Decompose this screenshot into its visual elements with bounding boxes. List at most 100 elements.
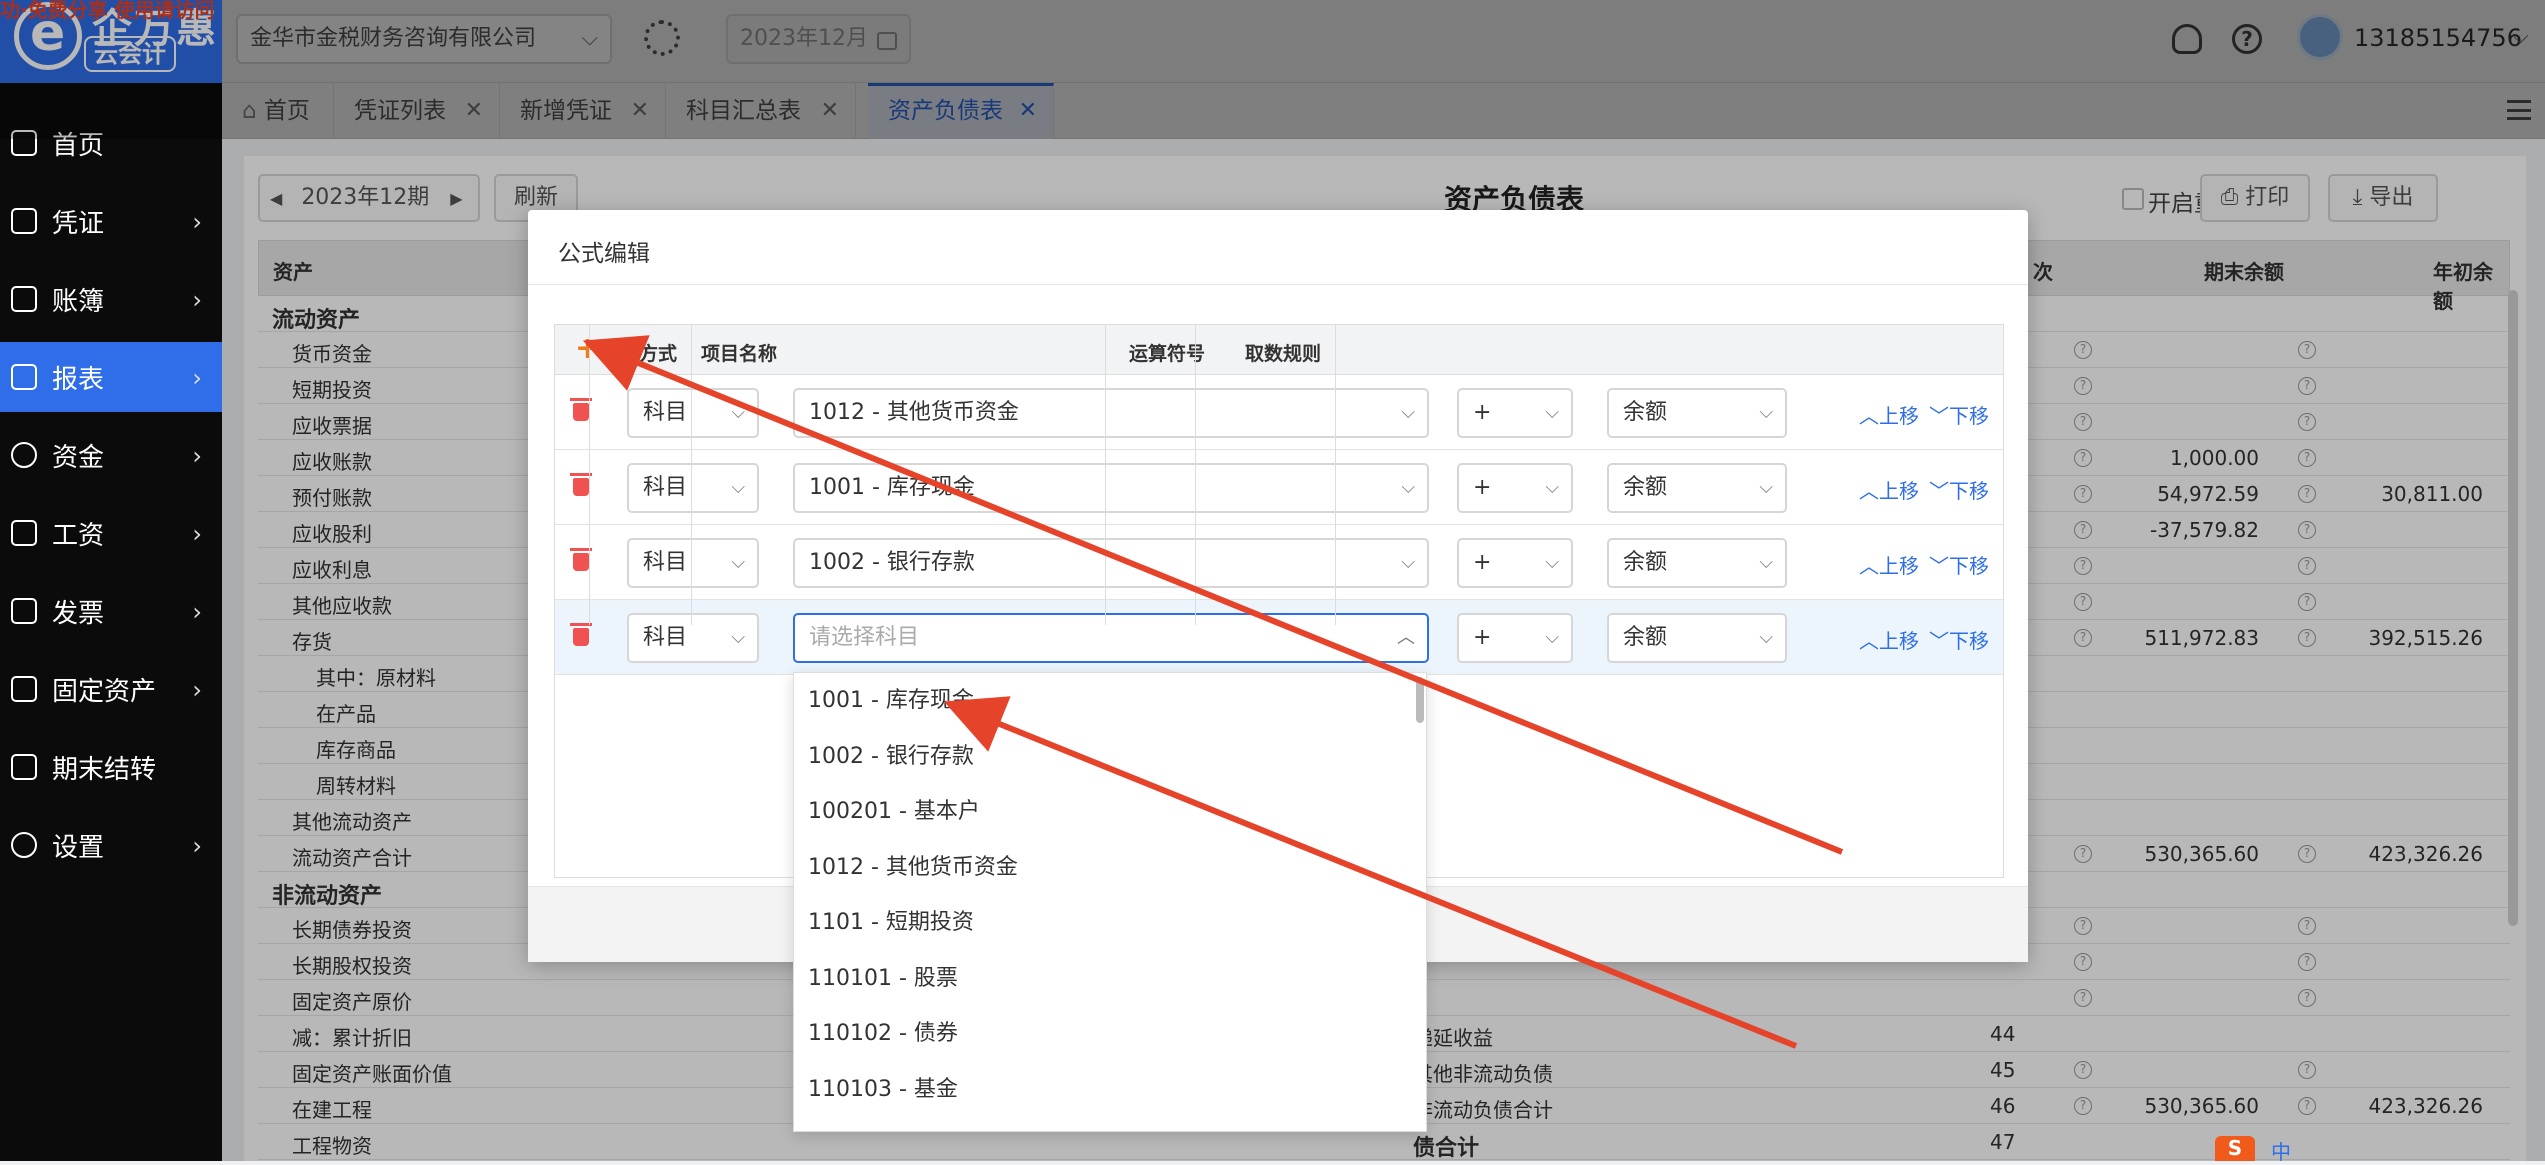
move-up-link[interactable]: ︿上移 <box>1859 550 1919 579</box>
mode-select[interactable]: 科目 ⌵ <box>627 463 759 513</box>
dropdown-option[interactable]: 1012 - 其他货币资金 <box>794 840 1404 895</box>
item-value: 1002 - 银行存款 <box>809 550 975 575</box>
col-op: 运算符号 <box>1129 343 1206 365</box>
dropdown-option[interactable]: 1002 - 银行存款 <box>794 729 1404 784</box>
delete-icon[interactable] <box>570 548 592 571</box>
chevron-down-icon: ﹀ <box>1929 629 1949 653</box>
move-down-label: 下移 <box>1949 404 1989 428</box>
item-select[interactable]: 1012 - 其他货币资金 ⌵ <box>793 388 1429 438</box>
col-mode: 取数方式 <box>601 343 678 365</box>
delete-icon[interactable] <box>570 623 592 646</box>
add-row-icon[interactable]: + <box>575 331 600 366</box>
sidebar-item-1[interactable]: 凭证 › <box>0 186 222 256</box>
mode-select[interactable]: 科目 ⌵ <box>627 613 759 663</box>
dropdown-option[interactable]: 110102 - 债券 <box>794 1006 1404 1061</box>
move-down-link[interactable]: ﹀下移 <box>1929 625 1989 654</box>
rule-select[interactable]: 余额 ⌵ <box>1607 613 1787 663</box>
chevron-right-icon: › <box>192 364 202 392</box>
move-up-label: 上移 <box>1879 629 1919 653</box>
item-select[interactable]: 1001 - 库存现金 ⌵ <box>793 463 1429 513</box>
rule-value: 余额 <box>1623 625 1668 650</box>
chevron-up-icon: ︿ <box>1859 404 1879 428</box>
delete-icon[interactable] <box>570 473 592 496</box>
delete-icon[interactable] <box>570 398 592 421</box>
operator-value: + <box>1473 550 1492 575</box>
mode-select[interactable]: 科目 ⌵ <box>627 388 759 438</box>
grid-divider <box>1335 325 1336 625</box>
chevron-down-icon: ⌵ <box>731 627 745 648</box>
mode-value: 科目 <box>643 625 688 650</box>
operator-select[interactable]: + ⌵ <box>1457 463 1573 513</box>
mode-select[interactable]: 科目 ⌵ <box>627 538 759 588</box>
page-scrollbar[interactable] <box>2508 290 2518 926</box>
chevron-down-icon: ⌵ <box>1401 477 1415 498</box>
rule-select[interactable]: 余额 ⌵ <box>1607 388 1787 438</box>
chevron-down-icon: ﹀ <box>1929 479 1949 503</box>
rule-select[interactable]: 余额 ⌵ <box>1607 538 1787 588</box>
operator-select[interactable]: + ⌵ <box>1457 613 1573 663</box>
chevron-down-icon: ⌵ <box>731 552 745 573</box>
dropdown-option[interactable]: 1101 - 短期投资 <box>794 895 1404 950</box>
chevron-down-icon: ⌵ <box>731 402 745 423</box>
invoice-icon <box>11 598 37 624</box>
sidebar-item-6[interactable]: 发票 › <box>0 576 222 646</box>
dialog-divider <box>528 284 2028 285</box>
dropdown-option[interactable]: 110101 - 股票 <box>794 951 1404 1006</box>
dialog-title: 公式编辑 <box>558 241 650 267</box>
dropdown-option[interactable]: 1001 - 库存现金 <box>794 673 1404 728</box>
sidebar-item-label: 设置 <box>52 832 105 863</box>
grid-divider <box>1105 325 1106 625</box>
move-up-link[interactable]: ︿上移 <box>1859 475 1919 504</box>
salary-icon <box>11 520 37 546</box>
move-down-link[interactable]: ﹀下移 <box>1929 475 1989 504</box>
dropdown-option[interactable]: 110103 - 基金 <box>794 1062 1404 1117</box>
chevron-down-icon: ⌵ <box>1545 627 1559 648</box>
sidebar-item-5[interactable]: 工资 › <box>0 498 222 568</box>
item-select[interactable]: 请选择科目 ︿ <box>793 613 1429 663</box>
grid-divider <box>1195 325 1196 625</box>
funds-icon <box>11 442 37 468</box>
dropdown-scrollbar[interactable] <box>1416 677 1424 723</box>
operator-select[interactable]: + ⌵ <box>1457 538 1573 588</box>
col-item: 项目名称 <box>701 343 778 365</box>
item-value: 1001 - 库存现金 <box>809 475 975 500</box>
sidebar-item-label: 报表 <box>52 364 105 395</box>
col-rule: 取数规则 <box>1245 343 1322 365</box>
ime-logo[interactable]: S <box>2215 1136 2255 1161</box>
chevron-right-icon: › <box>192 832 202 860</box>
move-up-link[interactable]: ︿上移 <box>1859 625 1919 654</box>
chevron-right-icon: › <box>192 208 202 236</box>
sidebar-item-9[interactable]: 设置 › <box>0 810 222 880</box>
operator-value: + <box>1473 400 1492 425</box>
sidebar-item-4[interactable]: 资金 › <box>0 420 222 490</box>
sidebar-item-label: 固定资产 <box>52 676 157 707</box>
chevron-down-icon: ⌵ <box>1545 402 1559 423</box>
chevron-down-icon: ⌵ <box>1545 552 1559 573</box>
rule-value: 余额 <box>1623 550 1668 575</box>
sidebar-item-7[interactable]: 固定资产 › <box>0 654 222 724</box>
operator-select[interactable]: + ⌵ <box>1457 388 1573 438</box>
sidebar-item-label: 工资 <box>52 520 105 551</box>
move-down-link[interactable]: ﹀下移 <box>1929 400 1989 429</box>
move-down-link[interactable]: ﹀下移 <box>1929 550 1989 579</box>
modal-backdrop-top <box>0 0 2545 139</box>
sidebar-item-3[interactable]: 报表 › <box>0 342 222 412</box>
move-up-link[interactable]: ︿上移 <box>1859 400 1919 429</box>
item-select[interactable]: 1002 - 银行存款 ⌵ <box>793 538 1429 588</box>
formula-row: 科目 ⌵ 1001 - 库存现金 ⌵ + ⌵ 余额 ⌵ ︿上移 ﹀下移 <box>555 450 2003 525</box>
item-value: 1012 - 其他货币资金 <box>809 400 1019 425</box>
account-dropdown: 1001 - 库存现金 1002 - 银行存款 100201 - 基本户 1012 -… <box>793 672 1427 1132</box>
sidebar-item-8[interactable]: 期末结转 <box>0 732 222 802</box>
dropdown-option[interactable]: 100201 - 基本户 <box>794 784 1404 839</box>
period-close-icon <box>11 754 37 780</box>
mode-value: 科目 <box>643 550 688 575</box>
rule-value: 余额 <box>1623 475 1668 500</box>
chevron-right-icon: › <box>192 286 202 314</box>
move-up-label: 上移 <box>1879 404 1919 428</box>
sidebar-item-2[interactable]: 账簿 › <box>0 264 222 334</box>
rule-select[interactable]: 余额 ⌵ <box>1607 463 1787 513</box>
sidebar-item-label: 账簿 <box>52 286 105 317</box>
formula-row: 科目 ⌵ 1002 - 银行存款 ⌵ + ⌵ 余额 ⌵ ︿上移 ﹀下移 <box>555 525 2003 600</box>
chevron-down-icon: ⌵ <box>1759 477 1773 498</box>
chevron-down-icon: ⌵ <box>1759 627 1773 648</box>
